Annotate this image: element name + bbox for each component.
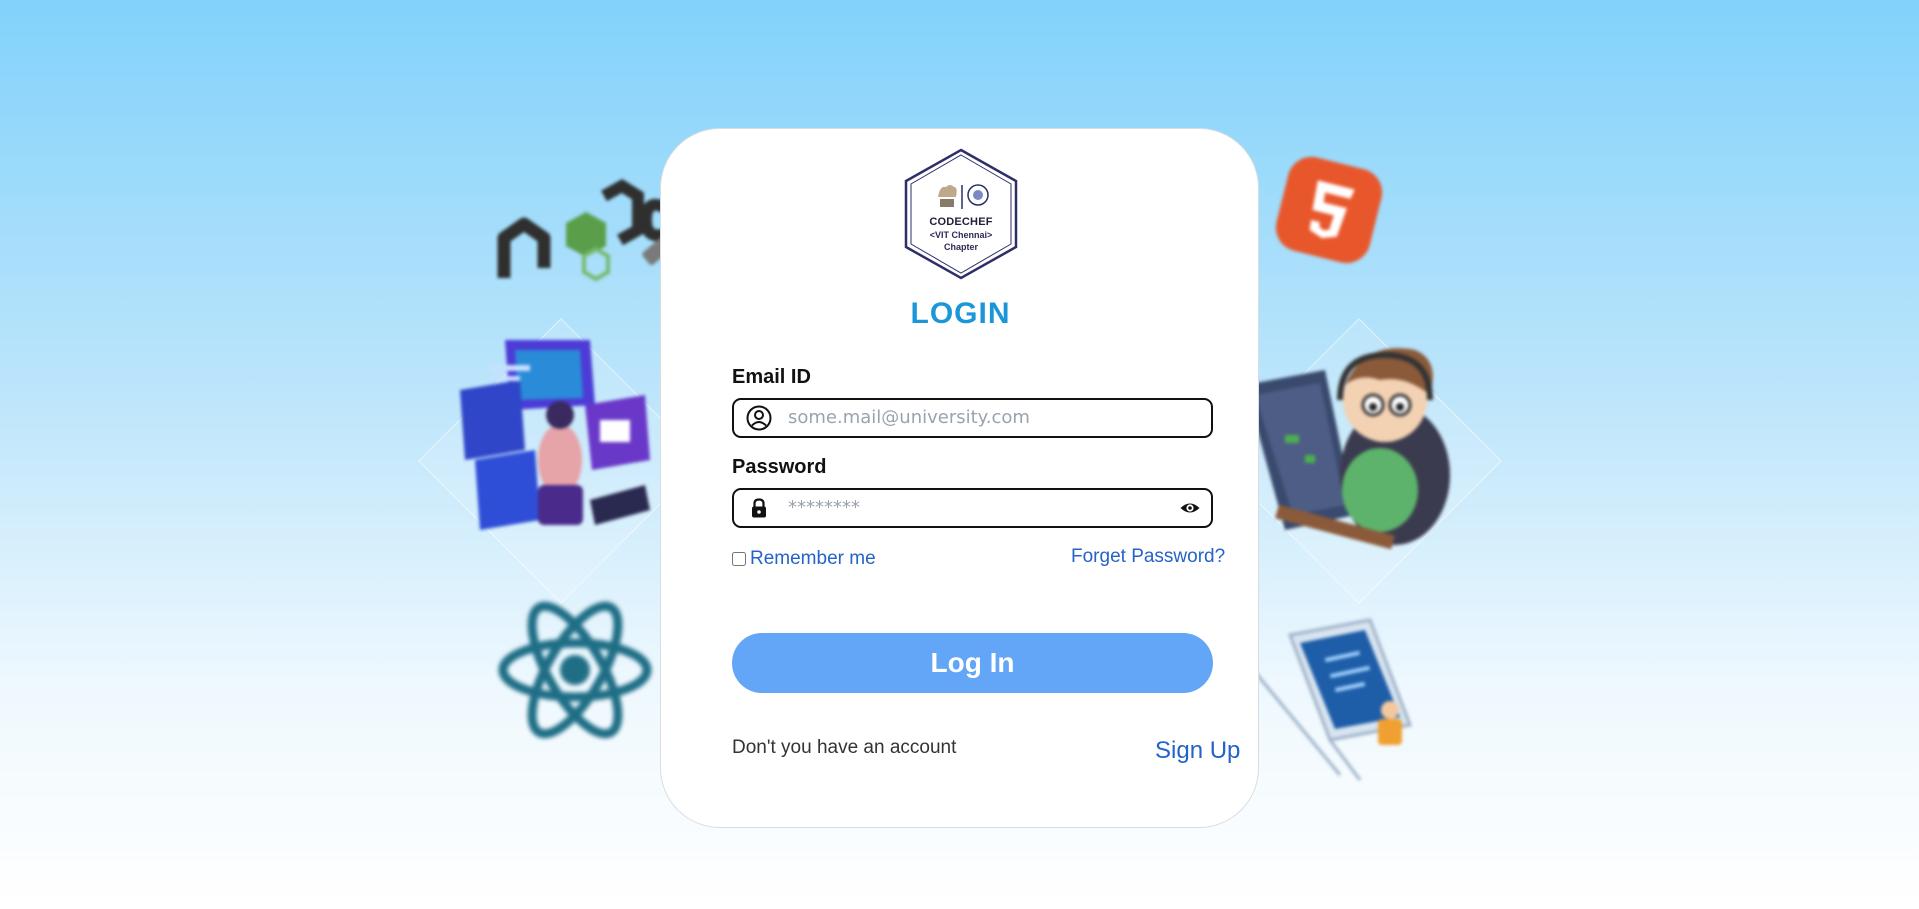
page-title: LOGIN bbox=[910, 297, 1011, 330]
email-label: Email ID bbox=[732, 366, 811, 388]
html5-logo bbox=[1275, 156, 1383, 264]
no-account-text: Don't you have an account bbox=[732, 737, 957, 758]
forget-password-link[interactable]: Forget Password? bbox=[1071, 546, 1225, 568]
codechef-logo: CODECHEF <VIT Chennai> Chapter bbox=[902, 147, 1020, 281]
lock-icon bbox=[752, 498, 766, 518]
remember-me-label[interactable]: Remember me bbox=[750, 548, 876, 570]
sign-up-link[interactable]: Sign Up bbox=[1155, 737, 1240, 765]
password-field-box[interactable] bbox=[732, 488, 1213, 528]
password-field[interactable] bbox=[788, 490, 1158, 525]
login-card: CODECHEF <VIT Chennai> Chapter LOGIN Ema… bbox=[660, 128, 1259, 828]
developer-illustration bbox=[460, 340, 650, 530]
email-field-box[interactable] bbox=[732, 398, 1213, 438]
email-field[interactable] bbox=[788, 400, 1158, 435]
login-button[interactable]: Log In bbox=[732, 633, 1213, 693]
react-logo bbox=[498, 601, 652, 739]
eye-icon[interactable] bbox=[1179, 497, 1201, 519]
password-label: Password bbox=[732, 456, 827, 478]
user-circle-icon bbox=[746, 405, 772, 431]
hexagon-badge-icon bbox=[904, 148, 1018, 280]
logo-line-codechef: CODECHEF bbox=[929, 216, 993, 228]
logo-line-vit-chennai: <VIT Chennai> bbox=[929, 230, 993, 240]
remember-me-checkbox[interactable] bbox=[732, 552, 746, 566]
remember-me[interactable]: Remember me bbox=[732, 548, 876, 570]
laptop-illustration bbox=[1243, 618, 1413, 781]
logo-line-chapter: Chapter bbox=[943, 242, 978, 252]
